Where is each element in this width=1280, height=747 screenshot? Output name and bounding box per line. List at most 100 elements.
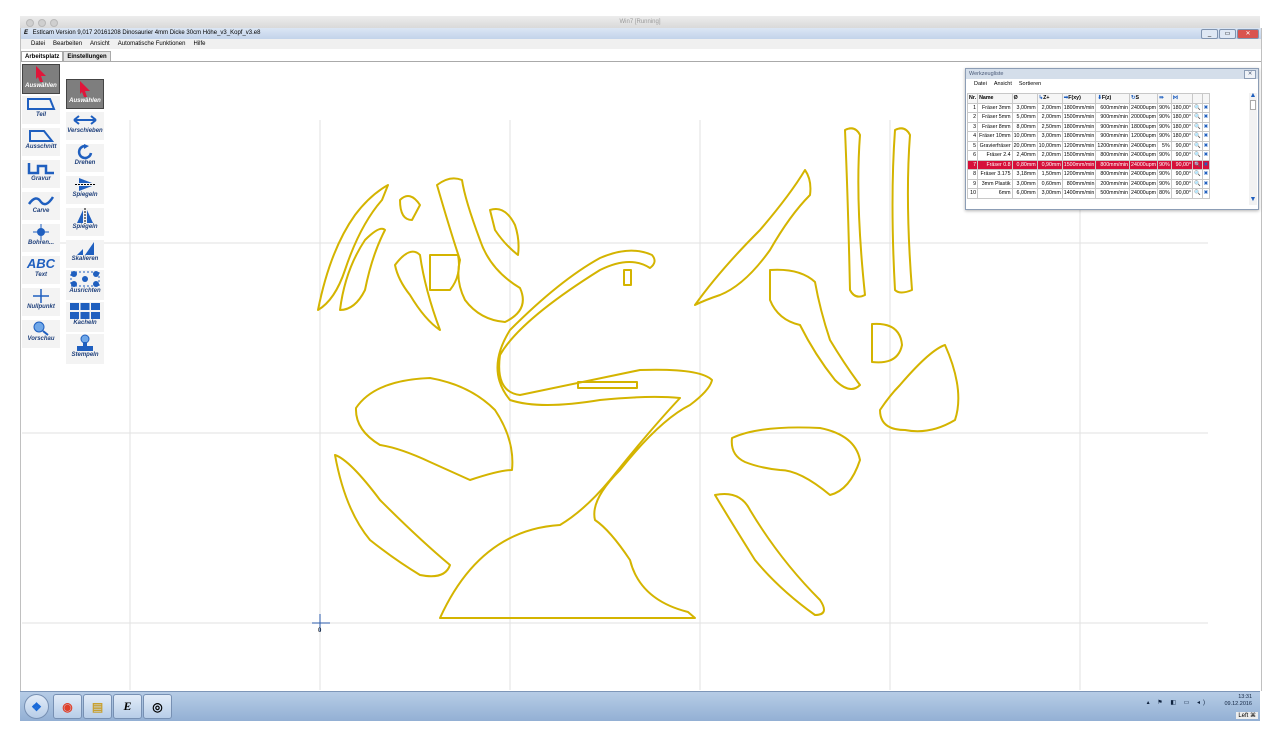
cell-zplus[interactable]: 2,00mm (1036, 150, 1063, 161)
col-nr[interactable]: Nr. (966, 93, 979, 104)
minimize-button[interactable]: _ (1201, 29, 1218, 39)
tool-row[interactable]: 6 Fräser 2.4 2,40mm 2,00mm 1500mm/min 800mm/m… (966, 150, 1211, 161)
tool-auswaehlen-2[interactable]: Auswählen (66, 79, 104, 109)
cell-fxy[interactable]: 1500mm/min (1061, 112, 1097, 123)
delete-icon[interactable]: ✖ (1201, 150, 1211, 161)
cell-fxy[interactable]: 1500mm/min (1061, 150, 1097, 161)
cell-stepover[interactable]: 90% (1157, 159, 1172, 170)
cell-s[interactable]: 20000upm (1129, 112, 1159, 123)
cell-nr[interactable]: 7 (966, 159, 979, 170)
tool-gravur[interactable]: Gravur (22, 160, 60, 188)
tool-ausrichten[interactable]: Ausrichten (66, 270, 104, 300)
delete-icon[interactable]: ✖ (1201, 102, 1211, 113)
cell-s[interactable]: 24000upm (1129, 188, 1159, 199)
tool-row[interactable]: 4 Fräser 10mm 10,00mm 3,00mm 1800mm/min 900mm… (966, 131, 1211, 142)
cell-name[interactable]: Fräser 5mm (977, 112, 1013, 123)
cell-s[interactable]: 12000upm (1129, 131, 1159, 142)
cell-zplus[interactable]: 1,50mm (1036, 169, 1063, 180)
cell-fz[interactable]: 500mm/min (1095, 188, 1131, 199)
tool-spiegeln-v[interactable]: Spiegeln (66, 208, 104, 236)
cell-diameter[interactable]: 3,18mm (1011, 169, 1038, 180)
tool-list-close-button[interactable]: ✕ (1244, 70, 1256, 79)
cell-name[interactable]: Fräser 8mm (977, 121, 1013, 132)
cell-diameter[interactable]: 3,00mm (1011, 178, 1038, 189)
cell-s[interactable]: 24000upm (1129, 140, 1159, 151)
cell-angle[interactable]: 180,00° (1170, 102, 1194, 113)
cell-nr[interactable]: 2 (966, 112, 979, 123)
cell-zplus[interactable]: 0,60mm (1036, 178, 1063, 189)
tool-nullpunkt[interactable]: Nullpunkt (22, 288, 60, 316)
cell-zplus[interactable]: 2,00mm (1036, 112, 1063, 123)
cell-name[interactable]: Fräser 3mm (977, 102, 1013, 113)
cell-stepover[interactable]: 5% (1157, 140, 1172, 151)
menu-automatische-funktionen[interactable]: Automatische Funktionen (118, 39, 186, 49)
col-stepover[interactable]: ⇛ (1157, 93, 1172, 104)
cell-angle[interactable]: 90,00° (1170, 178, 1194, 189)
cell-fxy[interactable]: 1200mm/min (1061, 140, 1097, 151)
menu-bearbeiten[interactable]: Bearbeiten (53, 39, 82, 49)
col-fz[interactable]: ⬇F(z) (1095, 93, 1131, 104)
cell-angle[interactable]: 90,00° (1170, 169, 1194, 180)
cell-nr[interactable]: 4 (966, 131, 979, 142)
cell-stepover[interactable]: 90% (1157, 102, 1172, 113)
cell-s[interactable]: 18000upm (1129, 121, 1159, 132)
cell-angle[interactable]: 90,00° (1170, 188, 1194, 199)
cell-fxy[interactable]: 1800mm/min (1061, 121, 1097, 132)
cell-diameter[interactable]: 10,00mm (1011, 131, 1038, 142)
tool-row[interactable]: 2 Fräser 5mm 5,00mm 2,00mm 1500mm/min 900mm/m… (966, 112, 1211, 123)
delete-icon[interactable]: ✖ (1201, 188, 1211, 199)
search-icon[interactable]: 🔍 (1192, 102, 1203, 113)
search-icon[interactable]: 🔍 (1192, 169, 1203, 180)
cell-angle[interactable]: 180,00° (1170, 112, 1194, 123)
delete-icon[interactable]: ✖ (1201, 159, 1211, 170)
cell-fxy[interactable]: 1800mm/min (1061, 102, 1097, 113)
cell-nr[interactable]: 9 (966, 178, 979, 189)
cell-nr[interactable]: 1 (966, 102, 979, 113)
clock[interactable]: 13:31 09.12.2016 (1224, 694, 1252, 708)
tool-carve[interactable]: Carve (22, 192, 60, 220)
cell-fz[interactable]: 800mm/min (1095, 169, 1131, 180)
cell-stepover[interactable]: 90% (1157, 112, 1172, 123)
tool-row[interactable]: 5 Gravierfräser 20,00mm 10,00mm 1200mm/min 12… (966, 140, 1211, 151)
cell-zplus[interactable]: 3,00mm (1036, 188, 1063, 199)
search-icon[interactable]: 🔍 (1192, 178, 1203, 189)
scroll-up-icon[interactable]: ▲ (1249, 92, 1257, 99)
tab-arbeitsplatz[interactable]: Arbeitsplatz (21, 51, 64, 61)
tool-row[interactable]: 7 Fräser 0.8 0,80mm 0,90mm 1500mm/min 800mm/m… (966, 159, 1211, 170)
col-name[interactable]: Name (977, 93, 1013, 104)
tool-list-menu-sortieren[interactable]: Sortieren (1019, 79, 1041, 89)
cell-fz[interactable]: 1200mm/min (1095, 140, 1131, 151)
cell-fxy[interactable]: 800mm/min (1061, 178, 1097, 189)
delete-icon[interactable]: ✖ (1201, 121, 1211, 132)
cell-nr[interactable]: 3 (966, 121, 979, 132)
search-icon[interactable]: 🔍 (1192, 131, 1203, 142)
cell-fxy[interactable]: 1200mm/min (1061, 169, 1097, 180)
cell-diameter[interactable]: 5,00mm (1011, 112, 1038, 123)
cell-fz[interactable]: 600mm/min (1095, 102, 1131, 113)
restore-button[interactable]: ▭ (1219, 29, 1236, 39)
cell-s[interactable]: 24000upm (1129, 150, 1159, 161)
tool-bohren[interactable]: Bohren... (22, 224, 60, 252)
tool-verschieben[interactable]: Verschieben (66, 112, 104, 140)
tool-text[interactable]: ABC Text (22, 256, 60, 284)
start-button[interactable]: ❖ (24, 694, 49, 719)
delete-icon[interactable]: ✖ (1201, 178, 1211, 189)
chrome-taskbar-button[interactable]: ◉ (53, 694, 82, 719)
tool-ausschnitt[interactable]: Ausschnitt (22, 128, 60, 156)
cell-diameter[interactable]: 2,40mm (1011, 150, 1038, 161)
cell-fz[interactable]: 200mm/min (1095, 178, 1131, 189)
cell-s[interactable]: 24000upm (1129, 102, 1159, 113)
cell-diameter[interactable]: 6,00mm (1011, 188, 1038, 199)
tool-drehen[interactable]: Drehen (66, 144, 104, 172)
tool-row[interactable]: 8 Fräser 3.175 3,18mm 1,50mm 1200mm/min 800mm… (966, 169, 1211, 180)
cell-name[interactable]: 3mm Plastik (977, 178, 1013, 189)
search-icon[interactable]: 🔍 (1192, 112, 1203, 123)
cell-angle[interactable]: 180,00° (1170, 121, 1194, 132)
tool-row[interactable]: 3 Fräser 8mm 8,00mm 2,50mm 1800mm/min 900mm/m… (966, 121, 1211, 132)
cell-zplus[interactable]: 2,00mm (1036, 102, 1063, 113)
cell-fz[interactable]: 900mm/min (1095, 112, 1131, 123)
search-icon[interactable]: 🔍 (1192, 140, 1203, 151)
delete-icon[interactable]: ✖ (1201, 169, 1211, 180)
cell-diameter[interactable]: 0,80mm (1011, 159, 1038, 170)
cell-s[interactable]: 24000upm (1129, 169, 1159, 180)
